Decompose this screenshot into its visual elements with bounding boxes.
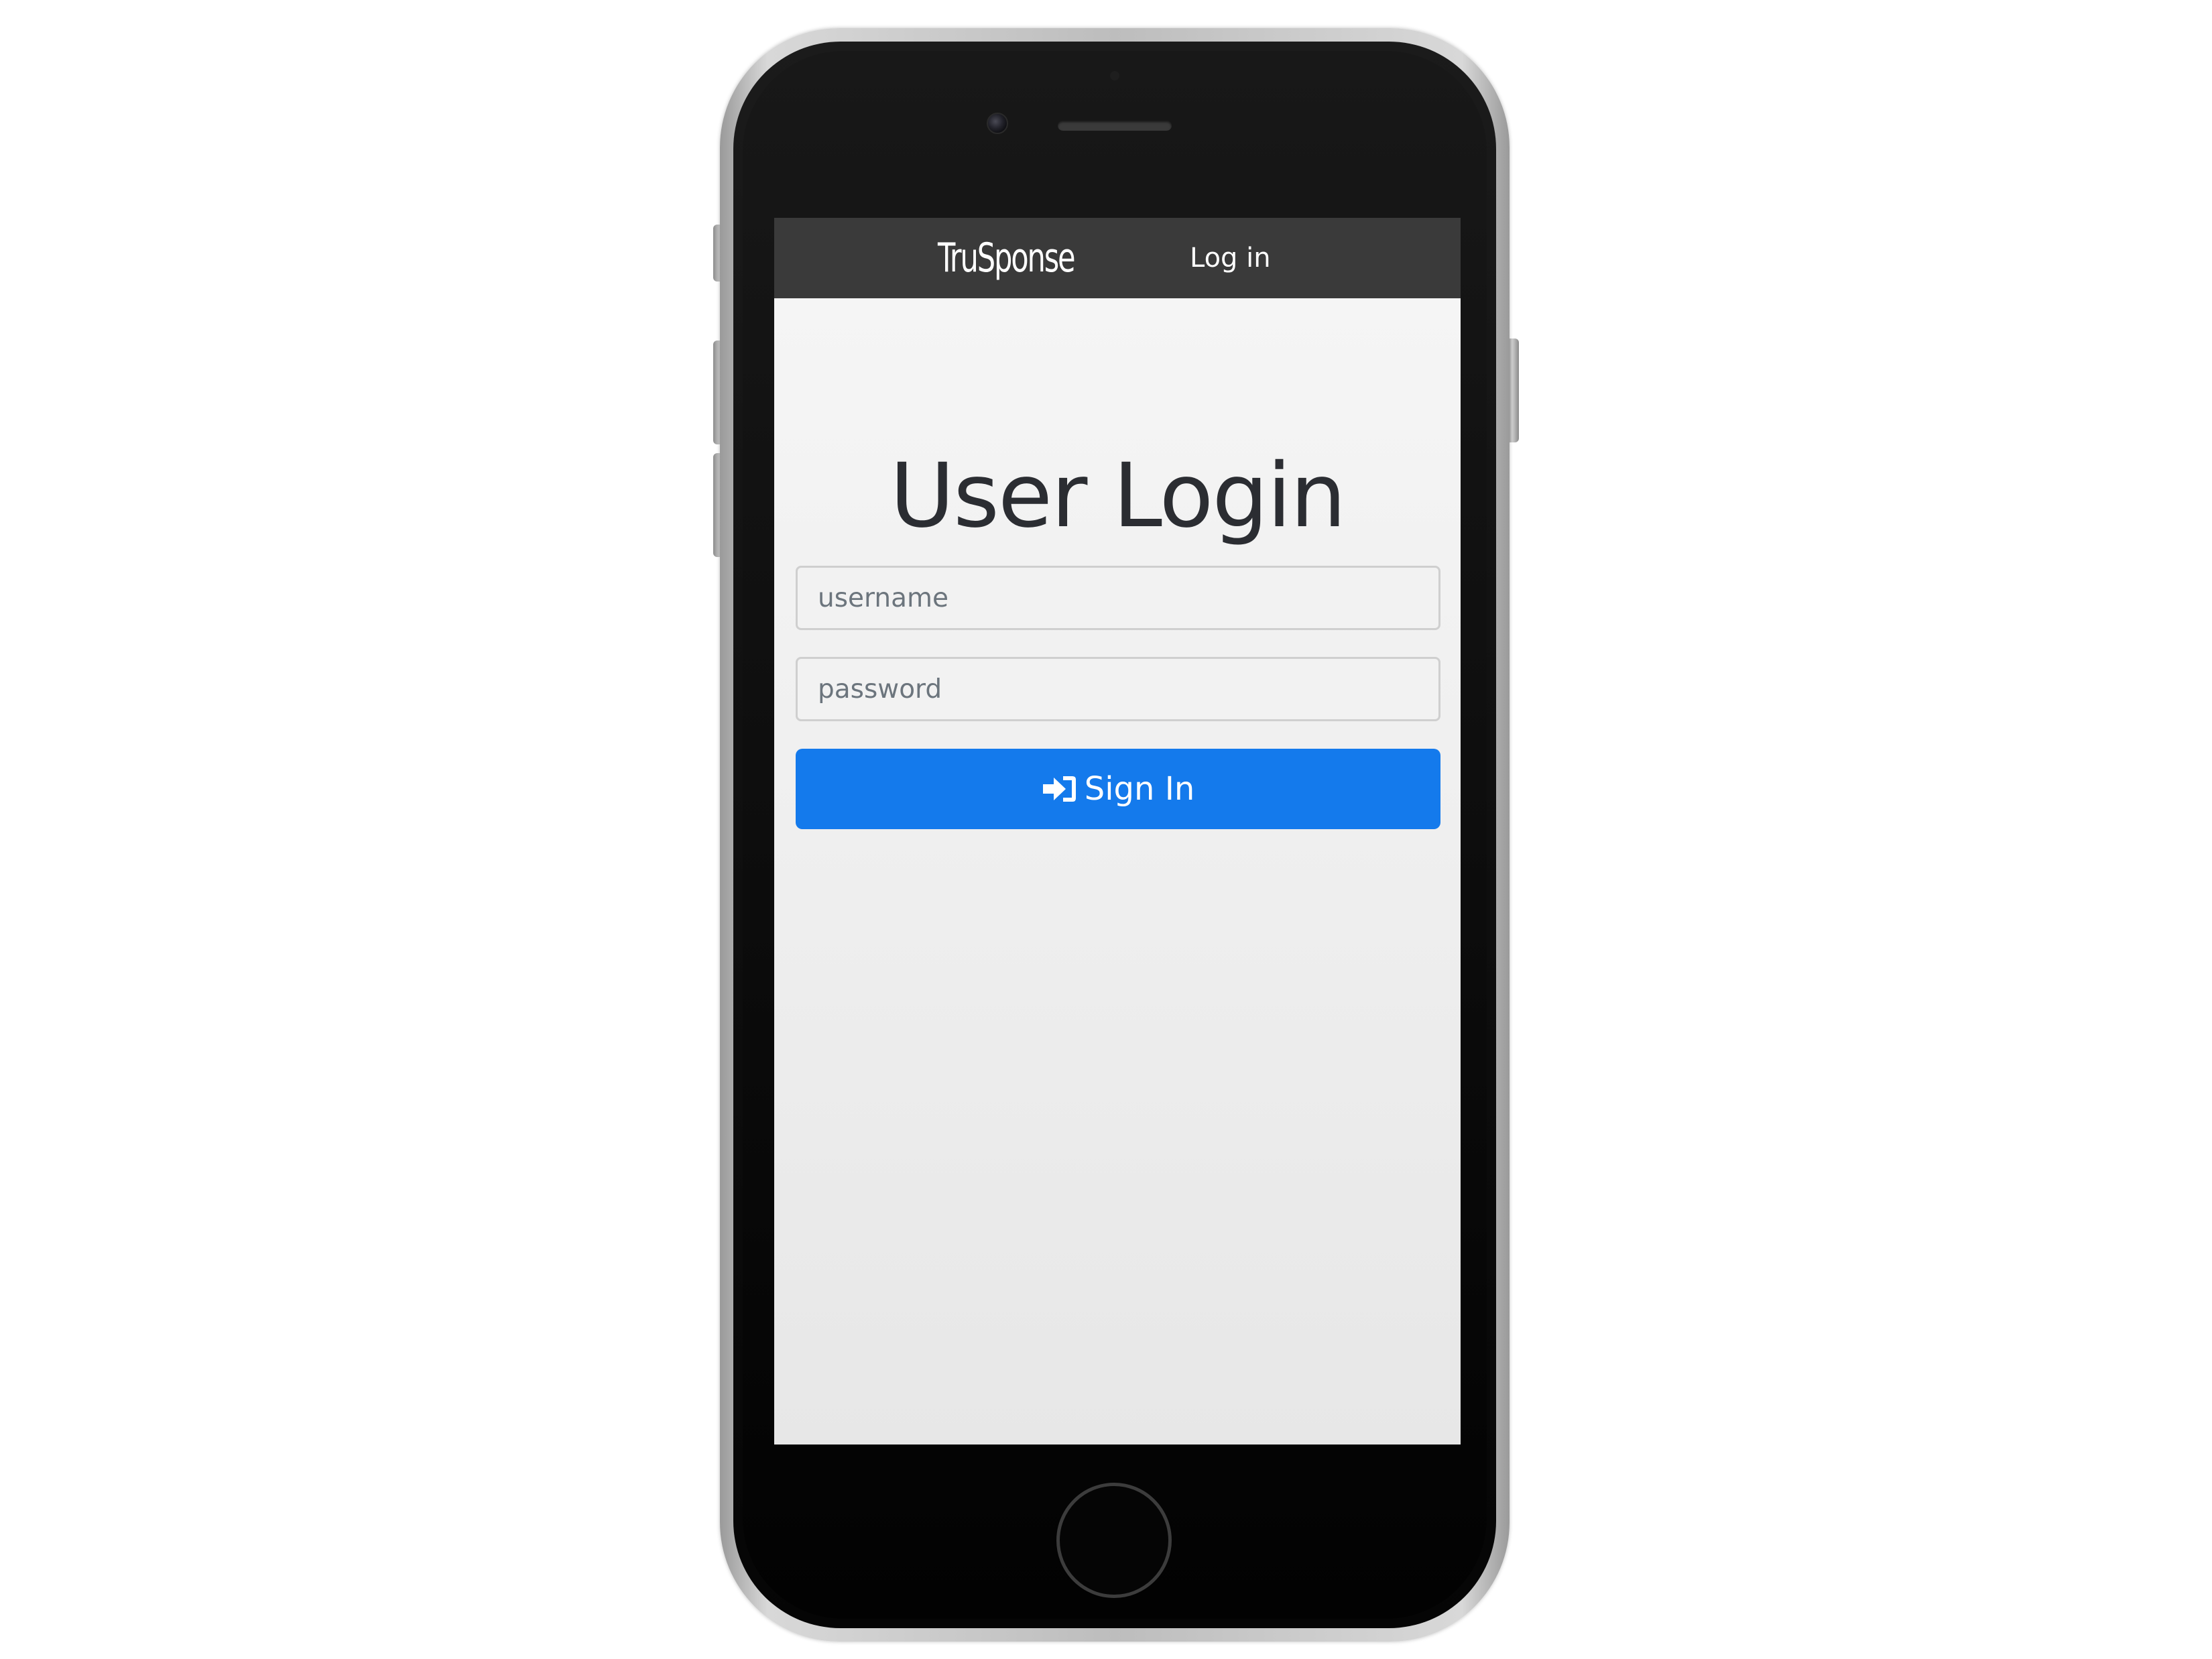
sign-in-button[interactable]: Sign In	[796, 749, 1440, 829]
sign-in-icon	[1042, 774, 1078, 804]
password-input[interactable]	[796, 657, 1440, 721]
device-mockup: TruSponse Log in User Login Sign In	[0, 0, 2212, 1659]
page-title: User Login	[889, 444, 1347, 548]
front-camera	[987, 113, 1008, 134]
nav-login-link[interactable]: Log in	[1190, 235, 1271, 281]
navbar: TruSponse Log in	[774, 218, 1461, 298]
brand-logo[interactable]: TruSponse	[938, 230, 1076, 286]
phone-screen: TruSponse Log in User Login Sign In	[774, 218, 1461, 1445]
proximity-sensor	[1110, 71, 1119, 80]
home-button	[1056, 1483, 1172, 1598]
sign-in-label: Sign In	[1084, 770, 1195, 808]
username-input[interactable]	[796, 566, 1440, 630]
earpiece-speaker	[1058, 121, 1172, 131]
